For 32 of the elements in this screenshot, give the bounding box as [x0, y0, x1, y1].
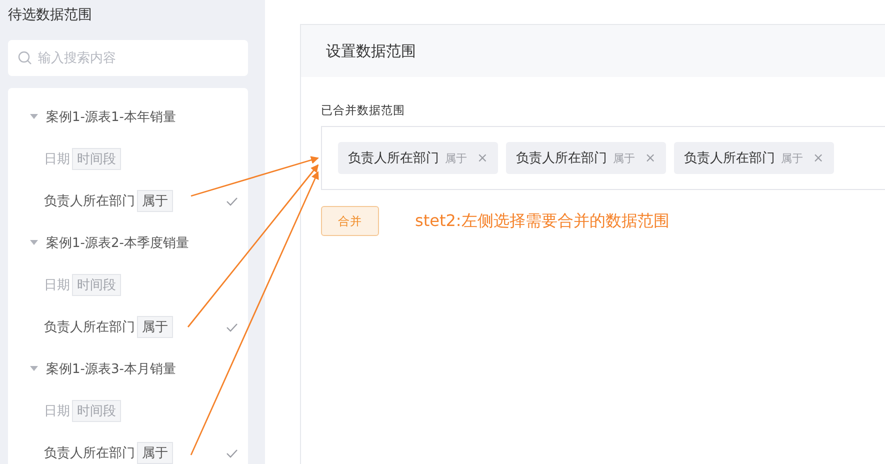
tree-item[interactable]: 负责人所在部门 属于: [8, 432, 248, 464]
group-label[interactable]: 案例1-源表2-本季度销量: [46, 234, 189, 252]
operator-tag: 属于: [137, 316, 173, 338]
field-label: 负责人所在部门: [44, 445, 135, 462]
field-label: 负责人所在部门: [44, 193, 135, 210]
field-label: 日期: [44, 403, 70, 420]
field-label: 日期: [44, 277, 70, 294]
annotation-text: stet2:左侧选择需要合并的数据范围: [415, 210, 670, 232]
operator-tag: 属于: [137, 190, 173, 212]
operator-tag: 时间段: [72, 400, 121, 422]
caret-icon[interactable]: [30, 114, 38, 120]
operator-tag: 时间段: [72, 148, 121, 170]
search-field[interactable]: 输入搜索内容: [8, 40, 248, 76]
tag-label: 负责人所在部门: [684, 150, 775, 167]
caret-icon[interactable]: [30, 240, 38, 246]
dialog-title: 设置数据范围: [326, 42, 416, 60]
group-label[interactable]: 案例1-源表1-本年销量: [46, 108, 176, 126]
group-label[interactable]: 案例1-源表3-本月销量: [46, 360, 176, 378]
tag-operator: 属于: [445, 150, 467, 166]
field-label: 负责人所在部门: [44, 319, 135, 336]
operator-tag: 属于: [137, 442, 173, 464]
tree-item[interactable]: 负责人所在部门 属于: [8, 306, 248, 348]
tag-operator: 属于: [612, 150, 635, 166]
caret-icon[interactable]: [30, 366, 38, 372]
tree-item[interactable]: 负责人所在部门 属于: [8, 180, 248, 222]
field-label: 已合并数据范围: [321, 103, 406, 118]
panel-title: 待选数据范围: [8, 6, 93, 25]
operator-tag: 时间段: [72, 274, 121, 296]
tag-operator: 属于: [780, 150, 803, 166]
field-label: 日期: [44, 151, 70, 168]
tag-label: 负责人所在部门: [348, 150, 439, 167]
tag-label: 负责人所在部门: [516, 150, 607, 167]
